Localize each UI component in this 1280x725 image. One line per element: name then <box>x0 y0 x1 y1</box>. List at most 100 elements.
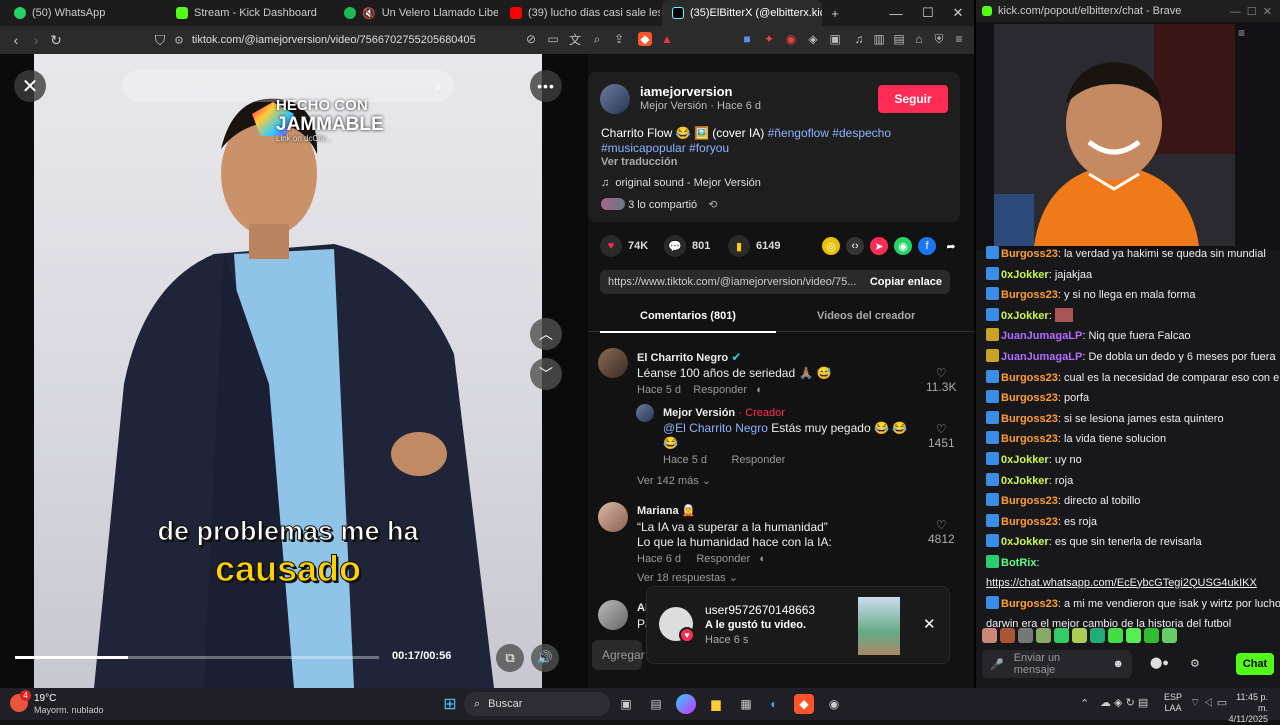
chat-username[interactable]: Burgoss23 <box>1001 433 1058 445</box>
tab-whatsapp[interactable]: (50) WhatsApp <box>4 0 162 26</box>
tray-overflow-icon[interactable]: ⌃ <box>1080 697 1089 710</box>
extension-icon-3[interactable]: ◈ <box>806 32 820 46</box>
clock[interactable]: 11:45 p. m. 4/11/2025 <box>1226 692 1268 725</box>
emote[interactable] <box>1072 628 1087 643</box>
chat-username[interactable]: Burgoss23 <box>1001 289 1058 301</box>
comment-author[interactable]: Mejor Versión <box>663 407 735 419</box>
previous-video-button[interactable]: ︿ <box>530 318 562 350</box>
hashtags[interactable]: #ñengoflow #despecho <box>768 126 891 140</box>
forward-icon[interactable]: › <box>26 30 46 50</box>
translate-icon[interactable]: 文 <box>568 32 582 47</box>
settings-icon[interactable]: ⚙ <box>1190 657 1200 670</box>
repost-icon[interactable]: ⟲ <box>708 199 717 211</box>
video-progress-bar[interactable] <box>15 656 379 659</box>
url-field[interactable]: ⚙ tiktok.com/@iamejorversion/video/75667… <box>174 29 544 51</box>
store-icon[interactable]: ▦ <box>736 694 756 714</box>
comment-like[interactable]: ♡ 11.3K <box>926 366 956 394</box>
file-explorer-icon[interactable]: ▆ <box>706 694 726 714</box>
comment-author[interactable]: Mariana 🧝 <box>637 504 832 517</box>
task-view-icon[interactable]: ▣ <box>616 694 636 714</box>
tab-tiktok-active[interactable]: (35)ElBitterX (@elbitterx.kick) ✕ <box>662 0 822 26</box>
emote[interactable] <box>1090 628 1105 643</box>
extension-icon-4[interactable]: ▣ <box>828 32 842 46</box>
comment-like[interactable]: ♡ 4812 <box>928 518 955 546</box>
share-icon[interactable]: ⇪ <box>612 32 626 46</box>
shield-icon[interactable]: ⛨ <box>932 32 946 46</box>
avatar[interactable] <box>598 348 628 378</box>
search-icon[interactable]: ⌕ <box>434 78 442 95</box>
chat-username[interactable]: Burgoss23 <box>1001 516 1058 528</box>
copy-link-button[interactable]: Copiar enlace <box>870 276 942 288</box>
cast-icon[interactable]: ▭ <box>546 32 560 46</box>
site-info-icon[interactable]: ⚙ <box>174 34 184 47</box>
chat-username[interactable]: Burgoss23 <box>1001 372 1058 384</box>
chat-message-input[interactable]: 🎤 Enviar un mensaje ☻ <box>982 650 1132 678</box>
emote[interactable] <box>982 628 997 643</box>
hashtags-2[interactable]: #musicapopular #foryou <box>601 141 729 155</box>
vpn-icon[interactable]: ⌂ <box>912 32 926 46</box>
emote[interactable] <box>1000 628 1015 643</box>
follow-button[interactable]: Seguir <box>878 85 948 113</box>
tab-youtube[interactable]: (39) lucho dias casi sale lesionado - Y <box>500 0 660 26</box>
chat-menu-icon[interactable]: ≡ <box>1238 26 1245 40</box>
avatar[interactable] <box>598 502 628 532</box>
chat-username[interactable]: Burgoss23 <box>1001 495 1058 507</box>
chat-send-button[interactable]: Chat <box>1236 653 1274 675</box>
chat-username[interactable]: 0xJokker <box>1001 536 1049 548</box>
language-indicator[interactable]: ESP LAA <box>1164 692 1182 714</box>
users-icon[interactable]: ⬤● <box>1150 656 1169 669</box>
facebook-icon[interactable]: f <box>918 237 936 255</box>
emote[interactable] <box>1162 628 1177 643</box>
wallet-icon[interactable]: ▤ <box>892 32 906 46</box>
windows-start-icon[interactable]: ⊞ <box>440 694 460 714</box>
chat-username[interactable]: 0xJokker <box>1001 475 1049 487</box>
emote[interactable] <box>1018 628 1033 643</box>
no-camera-icon[interactable]: ⊘ <box>524 32 538 46</box>
emote[interactable] <box>1108 628 1123 643</box>
coin-icon[interactable]: ◎ <box>822 237 840 255</box>
share-arrow-icon[interactable]: ➦ <box>942 237 960 255</box>
taskbar-search[interactable]: ⌕ Buscar <box>464 692 610 716</box>
related-search-input[interactable]: Buscar contenido relacionado ⌕ <box>122 70 454 102</box>
reload-icon[interactable]: ↻ <box>46 30 66 50</box>
network-volume-icons[interactable]: ⌔ ◁ ▭ <box>1190 696 1227 710</box>
chat-username[interactable]: 0xJokker <box>1001 269 1049 281</box>
mic-icon[interactable]: 🎤 <box>990 658 1004 671</box>
close-video-button[interactable]: ✕ <box>14 70 46 102</box>
chat-username[interactable]: JuanJumagaLP <box>1001 351 1082 363</box>
close-icon[interactable]: ✕ <box>923 615 936 633</box>
avatar[interactable] <box>600 84 630 114</box>
emote[interactable] <box>1126 628 1141 643</box>
brave-rewards-icon[interactable]: ▲ <box>660 32 674 46</box>
heart-icon[interactable]: ♡ <box>928 518 955 532</box>
zoom-icon[interactable]: ⌕ <box>590 32 604 46</box>
heart-icon[interactable]: ♡ <box>926 366 956 380</box>
new-tab-button[interactable]: + <box>820 0 850 26</box>
view-more-replies[interactable]: Ver 142 más ⌄ <box>637 474 711 487</box>
pip-button[interactable]: ⧉ <box>496 644 524 672</box>
whatsapp-share-icon[interactable]: ◉ <box>894 237 912 255</box>
chat-username[interactable]: 0xJokker <box>1001 310 1049 322</box>
extension-icon-2[interactable]: ◉ <box>784 32 798 46</box>
tab-spotify[interactable]: 🔇 Un Velero Llamado Libertad • Jos <box>334 0 498 26</box>
chat-username[interactable]: 0xJokker <box>1001 454 1049 466</box>
more-options-button[interactable]: ••• <box>530 70 562 102</box>
send-icon[interactable]: ➤ <box>870 237 888 255</box>
reply-button[interactable]: Responder <box>693 384 747 396</box>
bookmark-icon[interactable]: ▮ <box>728 235 750 257</box>
obs-icon[interactable]: ◉ <box>824 694 844 714</box>
shared-row[interactable]: 3 lo compartió ⟲ <box>601 198 717 211</box>
embed-icon[interactable]: ‹› <box>846 237 864 255</box>
add-comment-input[interactable]: Agregar <box>592 640 645 670</box>
chat-username[interactable]: BotRix <box>1001 557 1036 569</box>
avatar[interactable] <box>636 404 654 422</box>
chat-username[interactable]: Burgoss23 <box>1001 392 1058 404</box>
next-video-button[interactable]: ﹀ <box>530 358 562 390</box>
copilot-icon[interactable] <box>676 694 696 714</box>
volume-button[interactable]: 🔊 <box>531 644 559 672</box>
bookmark-icon[interactable]: ⛉ <box>150 30 170 50</box>
avatar[interactable] <box>598 600 628 630</box>
tray-icons[interactable]: ☁ ◈ ↻ ▤ <box>1100 696 1148 709</box>
chat-username[interactable]: Burgoss23 <box>1001 248 1058 260</box>
video-player[interactable]: HECHO CON JAMMABLE Link on dcChr... de p… <box>0 54 588 688</box>
